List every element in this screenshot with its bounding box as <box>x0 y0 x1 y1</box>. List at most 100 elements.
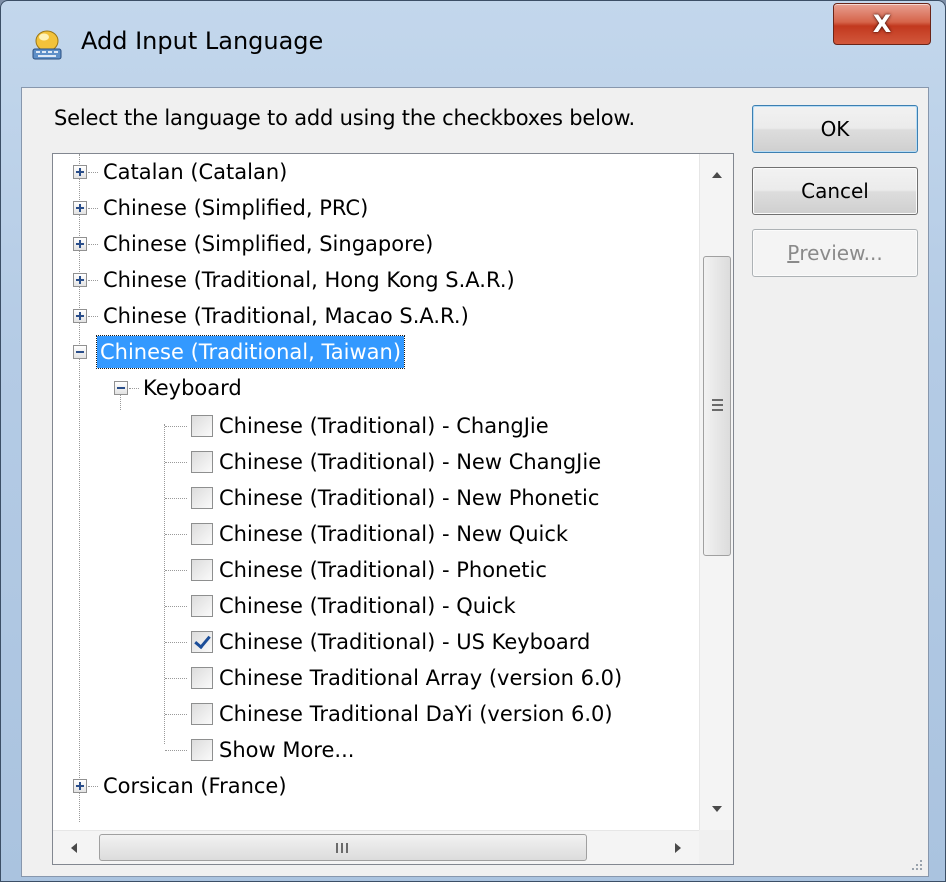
tree-connector <box>165 426 187 427</box>
tree-connector <box>165 570 187 571</box>
tree-connector <box>88 786 98 787</box>
scroll-down-arrow-icon[interactable] <box>712 806 722 812</box>
tree-item-keyboard[interactable]: Chinese (Traditional) - US Keyboard <box>53 624 693 660</box>
grip-icon <box>341 843 343 853</box>
preview-accelerator: P <box>787 241 800 265</box>
collapse-icon[interactable] <box>114 381 128 395</box>
scroll-up-arrow-icon[interactable] <box>712 172 722 178</box>
tree-item-show-more[interactable]: Show More... <box>53 732 693 768</box>
tree-item-label: Chinese Traditional DaYi (version 6.0) <box>219 702 613 726</box>
grip-icon <box>712 399 723 401</box>
tree-item-label: Chinese (Traditional) - New ChangJie <box>219 450 602 474</box>
tree-item-label: Chinese (Traditional) - New Phonetic <box>219 486 600 510</box>
tree-item-language[interactable]: Chinese (Simplified, PRC) <box>53 190 693 226</box>
scrollbar-corner <box>699 830 733 864</box>
close-icon: X <box>872 10 892 38</box>
tree-connector <box>165 498 187 499</box>
ok-button[interactable]: OK <box>752 105 918 153</box>
tree-connector <box>129 388 139 389</box>
tree-item-label: Chinese (Traditional) - Quick <box>219 594 516 618</box>
tree-item-label: Keyboard <box>143 376 242 400</box>
tree-item-keyboard[interactable]: Chinese (Traditional) - New Quick <box>53 516 693 552</box>
tree-connector <box>165 462 187 463</box>
keyboard-checkbox[interactable] <box>191 415 213 437</box>
window-title: Add Input Language <box>81 27 324 55</box>
scroll-left-arrow-icon[interactable] <box>71 843 77 853</box>
tree-connector <box>88 172 98 173</box>
tree-item-label: Chinese (Simplified, Singapore) <box>103 232 434 256</box>
tree-item-language[interactable]: Chinese (Simplified, Singapore) <box>53 226 693 262</box>
grip-icon <box>712 404 723 406</box>
title-bar[interactable]: Add Input Language X <box>1 1 945 85</box>
keyboard-checkbox[interactable] <box>191 451 213 473</box>
tree-connector <box>88 280 98 281</box>
tree-item-label: Chinese (Traditional) - US Keyboard <box>219 630 591 654</box>
keyboard-checkbox[interactable] <box>191 559 213 581</box>
tree-connector <box>88 208 98 209</box>
tree-connector <box>165 642 187 643</box>
cancel-button[interactable]: Cancel <box>752 167 918 215</box>
expand-icon[interactable] <box>73 237 87 251</box>
tree-item-label: Show More... <box>219 738 355 762</box>
horizontal-scrollbar[interactable] <box>53 830 699 864</box>
tree-item-keyboard[interactable]: Chinese (Traditional) - New Phonetic <box>53 480 693 516</box>
horizontal-scroll-thumb[interactable] <box>99 834 587 861</box>
tree-item-label: Catalan (Catalan) <box>103 160 288 184</box>
dialog-body: Select the language to add using the che… <box>21 87 929 877</box>
tree-item-keyboard[interactable]: Chinese (Traditional) - Phonetic <box>53 552 693 588</box>
expand-icon[interactable] <box>73 165 87 179</box>
keyboard-checkbox[interactable] <box>191 595 213 617</box>
preview-label: review... <box>799 241 883 265</box>
tree-item-language[interactable]: Chinese (Traditional, Macao S.A.R.) <box>53 298 693 334</box>
tree-item-keyboard[interactable]: Chinese Traditional DaYi (version 6.0) <box>53 696 693 732</box>
keyboard-checkbox[interactable] <box>191 667 213 689</box>
tree-item-label: Chinese (Traditional) - New Quick <box>219 522 569 546</box>
expand-icon[interactable] <box>73 309 87 323</box>
expand-icon[interactable] <box>73 201 87 215</box>
tree-item-label: Chinese (Traditional) - ChangJie <box>219 414 549 438</box>
grip-icon <box>336 843 338 853</box>
tree-item-language[interactable]: Catalan (Catalan) <box>53 154 693 190</box>
tree-item-language[interactable]: Chinese (Traditional, Hong Kong S.A.R.) <box>53 262 693 298</box>
tree-item-label: Corsican (France) <box>103 774 287 798</box>
tree-item-keyboard[interactable]: Chinese (Traditional) - Quick <box>53 588 693 624</box>
expand-icon[interactable] <box>73 273 87 287</box>
grip-icon <box>346 843 348 853</box>
collapse-icon[interactable] <box>73 345 87 359</box>
keyboard-checkbox[interactable] <box>191 703 213 725</box>
vertical-scroll-thumb[interactable] <box>703 256 731 556</box>
tree-item-label: Chinese (Traditional) - Phonetic <box>219 558 547 582</box>
tree-item-language[interactable]: Corsican (France) <box>53 768 693 804</box>
tree-item-label: Chinese (Simplified, PRC) <box>103 196 369 220</box>
keyboard-checkbox[interactable] <box>191 739 213 761</box>
resize-grip-icon[interactable] <box>908 856 924 872</box>
grip-icon <box>712 409 723 411</box>
tree-connector <box>88 316 98 317</box>
vertical-scrollbar[interactable] <box>699 154 733 830</box>
tree-connector <box>88 244 98 245</box>
add-input-language-dialog: Add Input Language X Select the language… <box>0 0 946 882</box>
scroll-right-arrow-icon[interactable] <box>675 843 681 853</box>
tree-connector <box>165 606 187 607</box>
tree-item-label: Chinese Traditional Array (version 6.0) <box>219 666 623 690</box>
keyboard-checkbox[interactable] <box>191 487 213 509</box>
tree-item-language-selected[interactable]: Chinese (Traditional, Taiwan) <box>53 334 693 370</box>
language-tree[interactable]: Catalan (Catalan) Chinese (Simplified, P… <box>52 153 734 865</box>
tree-item-keyboard[interactable]: Chinese Traditional Array (version 6.0) <box>53 660 693 696</box>
tree-item-keyboard[interactable]: Chinese (Traditional) - ChangJie <box>53 408 693 444</box>
tree-item-label: Chinese (Traditional, Macao S.A.R.) <box>103 304 469 328</box>
instruction-text: Select the language to add using the che… <box>54 106 635 130</box>
preview-button[interactable]: Preview... <box>752 229 918 277</box>
tree-connector <box>165 678 187 679</box>
tree-item-label: Chinese (Traditional, Taiwan) <box>95 335 406 369</box>
tree-item-keyboard[interactable]: Chinese (Traditional) - New ChangJie <box>53 444 693 480</box>
keyboard-checkbox-checked[interactable] <box>191 631 213 653</box>
expand-icon[interactable] <box>73 779 87 793</box>
keyboard-language-icon <box>32 30 62 60</box>
tree-connector <box>165 750 187 751</box>
tree-item-group[interactable]: Keyboard <box>53 370 693 406</box>
keyboard-checkbox[interactable] <box>191 523 213 545</box>
tree-item-label: Chinese (Traditional, Hong Kong S.A.R.) <box>103 268 515 292</box>
tree-connector <box>165 534 187 535</box>
close-button[interactable]: X <box>833 3 931 45</box>
